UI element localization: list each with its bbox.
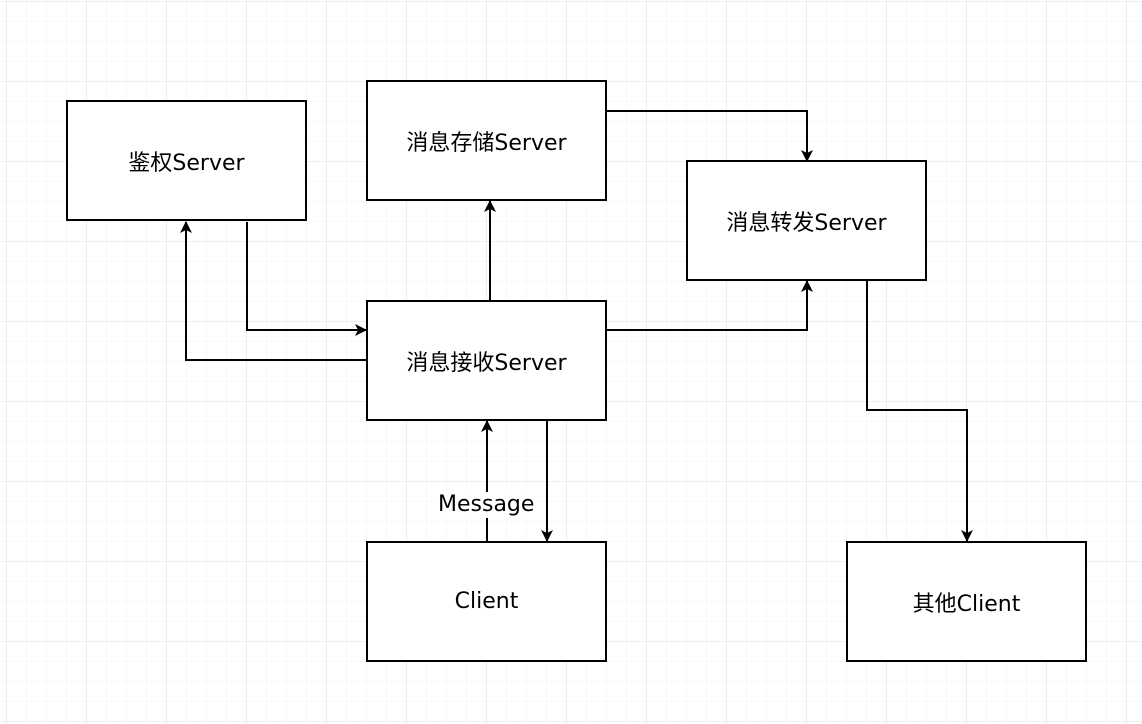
node-client[interactable]: Client (366, 541, 607, 662)
node-message-forward-server[interactable]: 消息转发Server (686, 160, 927, 281)
diagram-canvas: 鉴权Server 消息存储Server 消息转发Server 消息接收Serve… (0, 0, 1142, 724)
node-auth-server-label: 鉴权Server (128, 150, 245, 176)
node-auth-server[interactable]: 鉴权Server (66, 100, 307, 221)
edge-receive-to-auth (180, 221, 366, 361)
edge-label-message: Message (436, 492, 537, 518)
node-message-forward-server-label: 消息转发Server (726, 210, 887, 236)
node-message-receive-server[interactable]: 消息接收Server (366, 300, 607, 421)
node-client-label: Client (454, 589, 519, 614)
node-message-storage-server[interactable]: 消息存储Server (366, 80, 607, 201)
node-other-client-label: 其他Client (912, 591, 1021, 617)
node-message-storage-server-label: 消息存储Server (406, 130, 567, 156)
edge-auth-to-receive (246, 222, 367, 336)
edge-receive-to-forward (607, 280, 813, 331)
node-other-client[interactable]: 其他Client (846, 541, 1087, 662)
node-message-receive-server-label: 消息接收Server (406, 350, 567, 376)
edge-forward-to-other-client (866, 281, 973, 542)
edge-storage-to-forward (607, 110, 813, 162)
